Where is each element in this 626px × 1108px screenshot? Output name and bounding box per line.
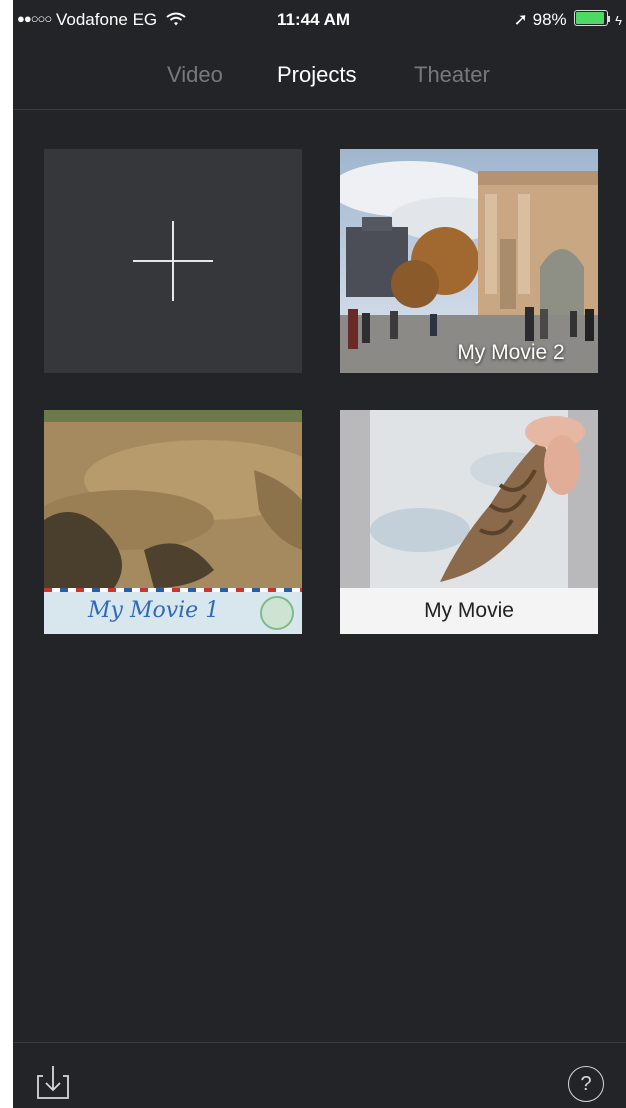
header-divider (13, 109, 626, 110)
signal-strength-icon: ●●○○○ (17, 11, 52, 26)
battery-icon (574, 10, 609, 26)
battery-fill (576, 12, 604, 24)
app-screen: ●●○○○ Vodafone EG 11:44 AM ➚ 98% ϟ Video… (13, 0, 626, 1108)
help-button[interactable]: ? (568, 1066, 604, 1102)
project-title-text: My Movie 1 (88, 598, 220, 623)
battery-percent: 98% (532, 10, 567, 29)
status-time: 11:44 AM (277, 10, 351, 29)
status-bar: ●●○○○ Vodafone EG 11:44 AM ➚ 98% ϟ (13, 0, 626, 40)
stamp-icon (260, 596, 294, 630)
battery-tip (608, 16, 611, 22)
carrier-name: Vodafone EG (56, 10, 158, 29)
status-right-group: ➚ 98% ϟ (514, 10, 622, 30)
location-icon: ➚ (513, 10, 528, 29)
carrier-group: ●●○○○ Vodafone EG (17, 10, 186, 30)
project-tile-my-movie-2[interactable]: My Movie 2 (340, 149, 598, 373)
project-title: My Movie (340, 588, 598, 634)
project-tile-my-movie[interactable]: My Movie (340, 410, 598, 634)
plus-icon-vertical (172, 221, 174, 301)
project-title: My Movie 2 (340, 341, 598, 365)
toolbar-divider (13, 1042, 626, 1043)
project-thumbnail (340, 149, 598, 373)
import-icon[interactable] (35, 1064, 71, 1100)
tab-projects[interactable]: Projects (277, 62, 356, 88)
tab-video[interactable]: Video (167, 62, 223, 88)
airmail-stripe (44, 588, 302, 592)
segmented-tabs: Video Projects Theater (13, 62, 626, 96)
new-project-button[interactable] (44, 149, 302, 373)
project-tile-my-movie-1[interactable]: My Movie 1 (44, 410, 302, 634)
wifi-icon (166, 12, 186, 26)
charging-icon: ϟ (615, 13, 622, 28)
project-title-card: My Movie 1 (44, 588, 302, 634)
project-title-text: My Movie 2 (457, 341, 565, 364)
tab-theater[interactable]: Theater (414, 62, 490, 88)
